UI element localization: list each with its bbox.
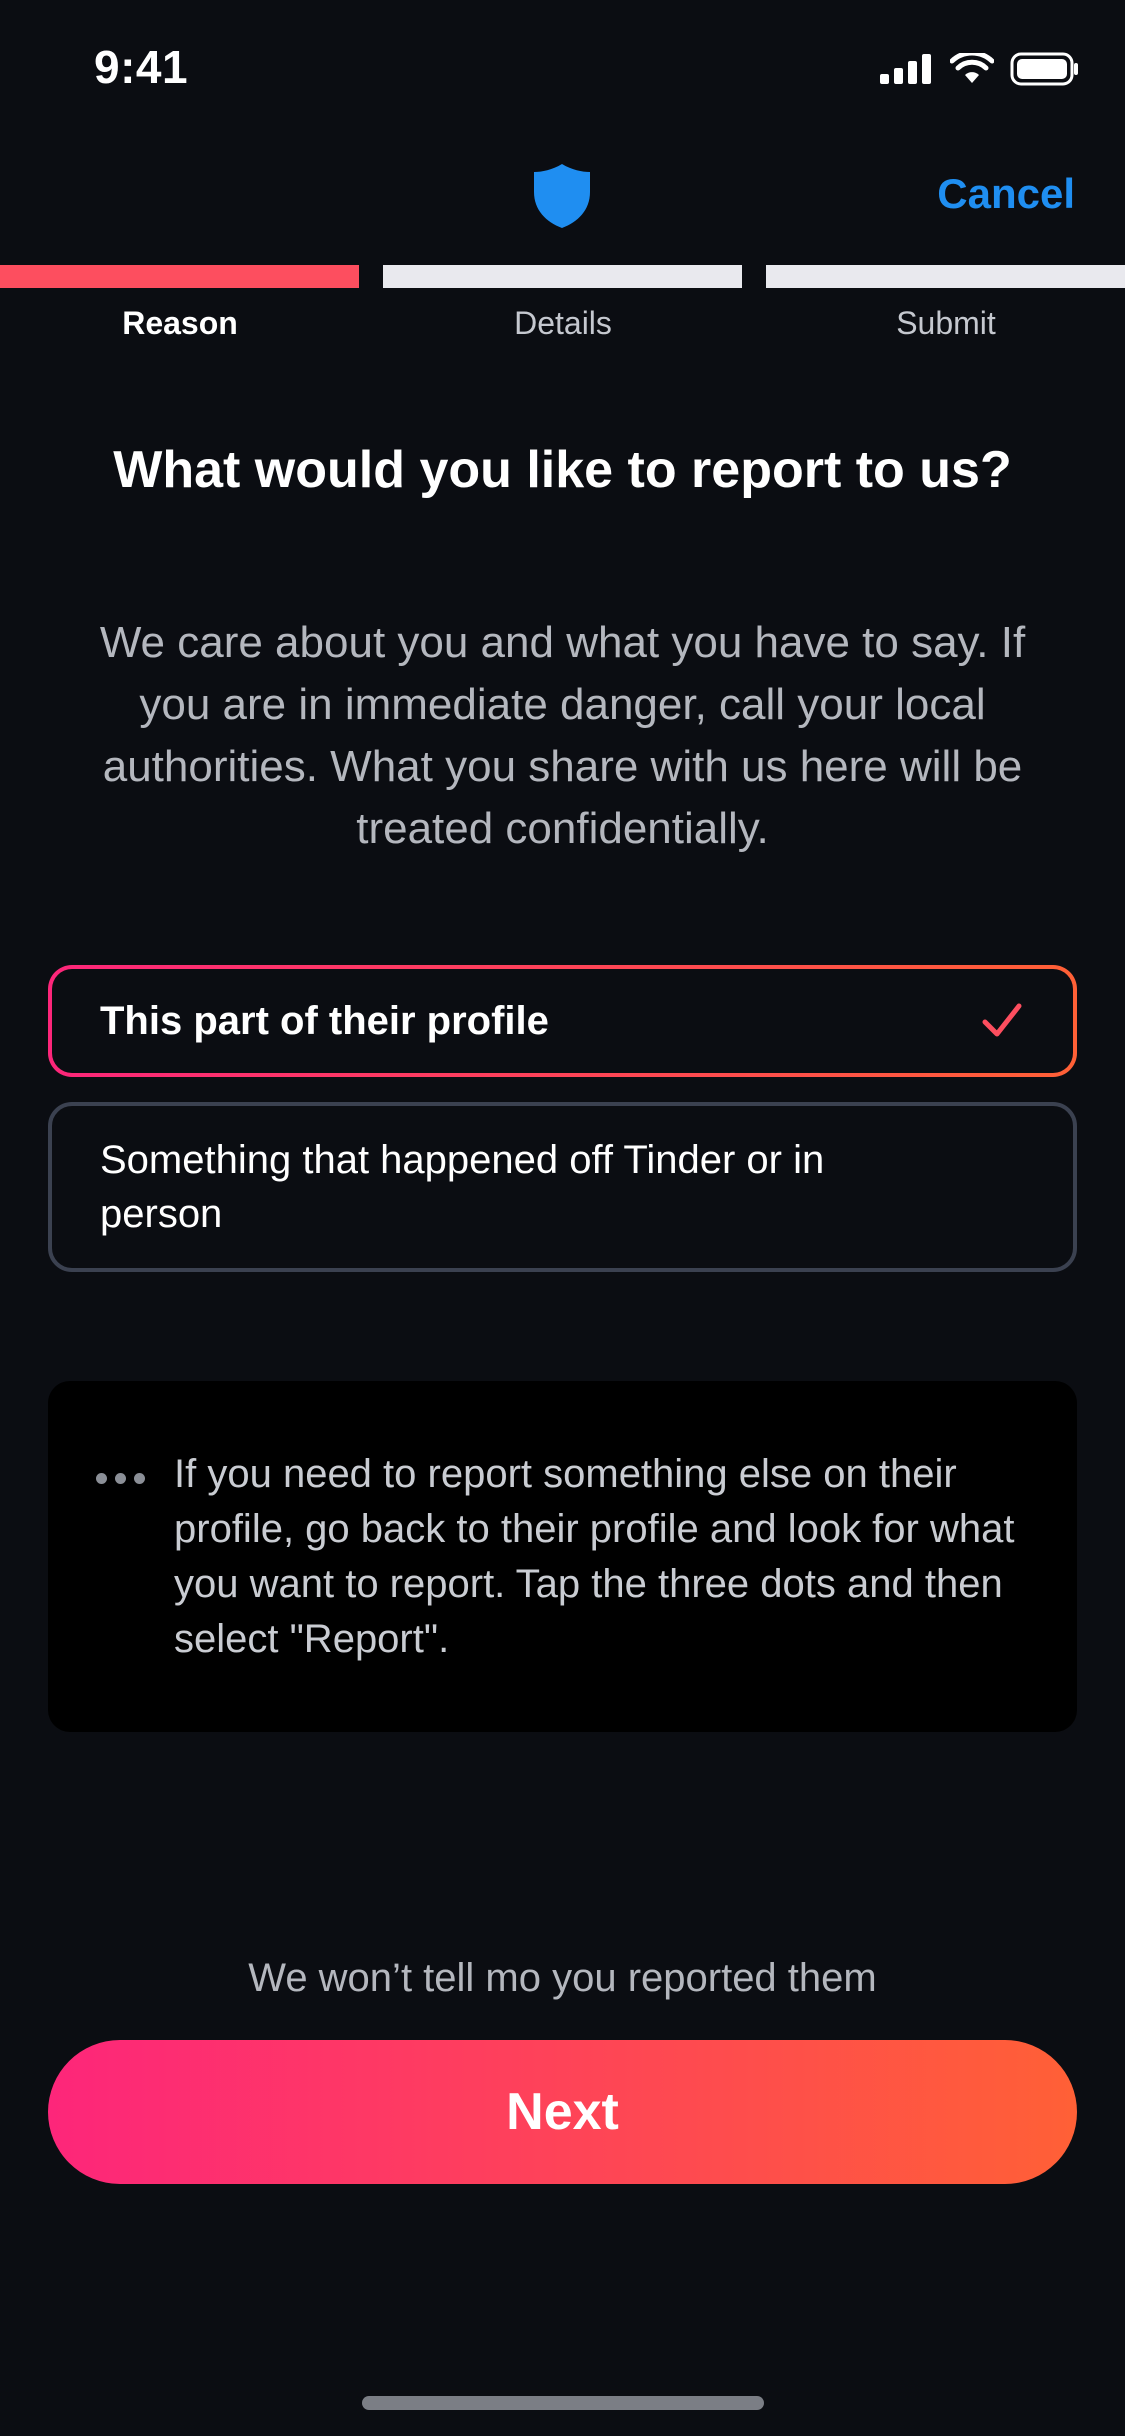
shield-icon bbox=[534, 164, 590, 228]
status-time: 9:41 bbox=[94, 41, 189, 93]
home-indicator[interactable] bbox=[362, 2396, 764, 2410]
more-dots-icon bbox=[96, 1473, 145, 1484]
progress-steps: Reason Details Submit bbox=[0, 305, 1125, 349]
wifi-icon bbox=[950, 53, 994, 83]
option-label: Something that happened off Tinder or in… bbox=[100, 1138, 825, 1236]
info-text: If you need to report something else on … bbox=[174, 1452, 1015, 1661]
step-label-details: Details bbox=[514, 305, 612, 341]
progress-segment-reason bbox=[0, 265, 359, 288]
info-box: If you need to report something else on … bbox=[48, 1381, 1077, 1732]
option-profile-part[interactable]: This part of their profile bbox=[48, 965, 1077, 1077]
progress-segment-details bbox=[383, 265, 742, 288]
option-label: This part of their profile bbox=[100, 998, 549, 1043]
checkmark-icon bbox=[982, 1003, 1022, 1037]
cancel-button[interactable]: Cancel bbox=[937, 170, 1075, 218]
progress-segment-submit bbox=[766, 265, 1125, 288]
step-label-submit: Submit bbox=[896, 305, 996, 341]
battery-icon bbox=[1010, 52, 1078, 86]
option-off-app[interactable]: Something that happened off Tinder or in… bbox=[48, 1102, 1077, 1272]
anonymity-note: We won’t tell mo you reported them bbox=[248, 1956, 877, 2000]
page-description: We care about you and what you have to s… bbox=[99, 618, 1026, 853]
status-icons bbox=[880, 52, 1080, 86]
report-screen: 9:41 Cancel Reason Details Submit What w… bbox=[0, 0, 1125, 2436]
progress-bar bbox=[0, 265, 1125, 288]
cellular-signal-icon bbox=[880, 54, 931, 84]
next-button[interactable]: Next bbox=[48, 2040, 1077, 2184]
step-label-reason: Reason bbox=[122, 305, 238, 341]
page-title: What would you like to report to us? bbox=[113, 441, 1012, 499]
